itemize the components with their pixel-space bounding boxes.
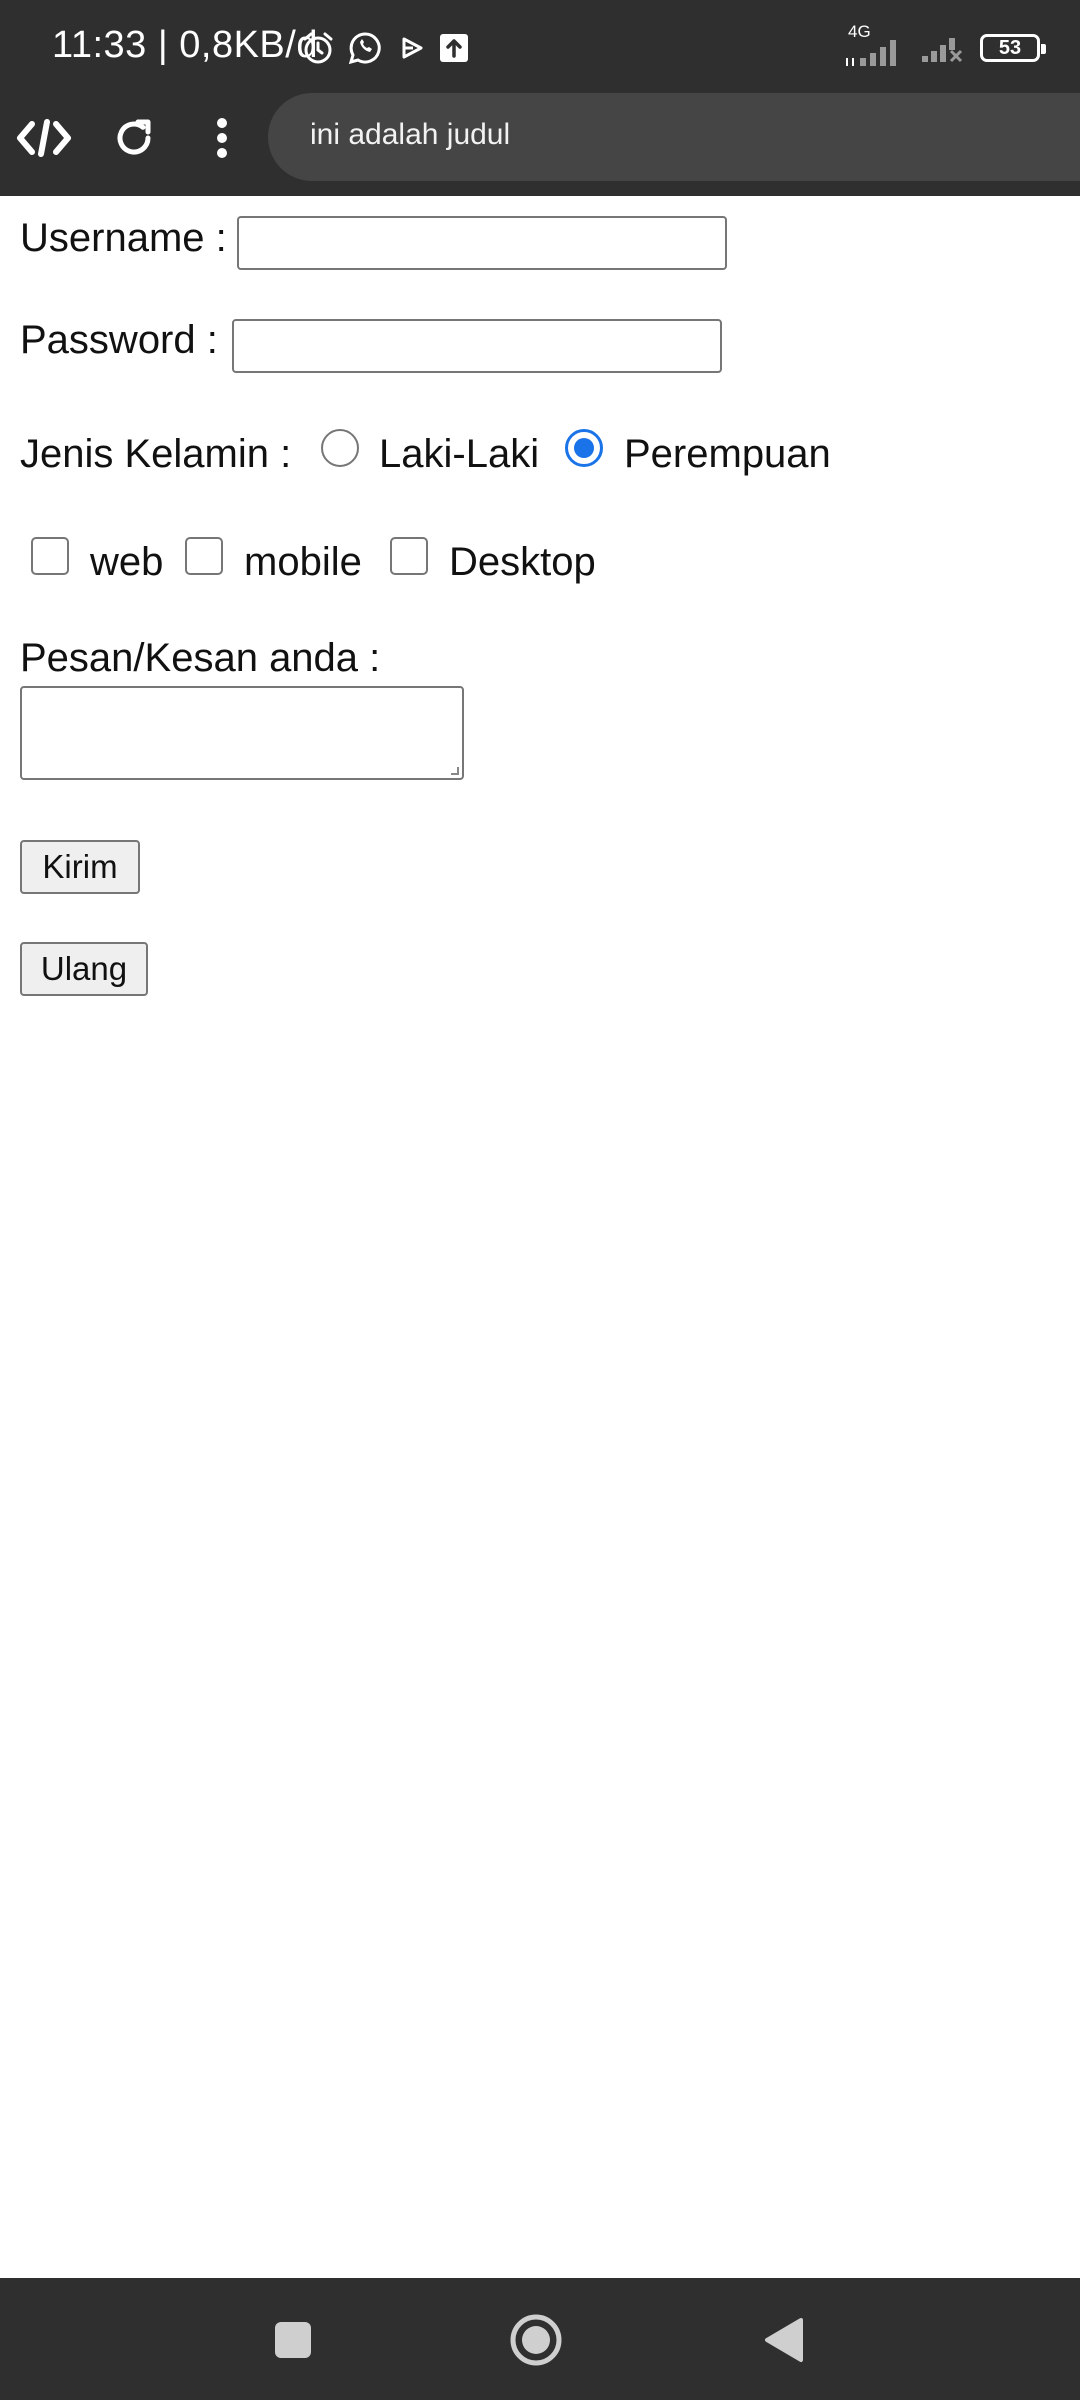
checkbox-label-desktop: Desktop [449,540,596,584]
username-label: Username : [20,216,227,260]
play-icon [392,28,432,68]
radio-label-perempuan: Perempuan [624,432,831,476]
checkbox-desktop[interactable] [390,537,428,575]
back-icon[interactable] [751,2308,815,2372]
message-textarea[interactable] [20,686,464,780]
status-bar: 11:33 | 0,8KB/d 4G 53 [0,0,1080,96]
submit-button[interactable]: Kirim [20,840,140,894]
status-time-network-speed: 11:33 | 0,8KB/d [52,24,318,66]
checkbox-web[interactable] [31,537,69,575]
navigation-bar [0,2278,1080,2400]
code-icon[interactable] [12,106,76,170]
checkbox-label-mobile: mobile [244,540,362,584]
username-input[interactable] [237,216,727,270]
radio-perempuan[interactable] [565,429,603,467]
upload-icon [434,28,474,68]
radio-laki-laki[interactable] [321,429,359,467]
checkbox-mobile[interactable] [185,537,223,575]
reload-icon[interactable] [102,106,166,170]
home-icon[interactable] [504,2308,568,2372]
recent-apps-icon[interactable] [261,2308,325,2372]
page-content: Username : Password : Jenis Kelamin : La… [0,196,1080,2276]
url-text: ini adalah judul [310,118,511,151]
radio-label-laki-laki: Laki-Laki [379,432,540,476]
signal-off-icon [920,28,966,69]
gender-label: Jenis Kelamin : [20,432,292,476]
checkbox-label-web: web [90,540,164,584]
more-icon[interactable] [190,106,254,170]
whatsapp-icon [345,28,385,68]
battery-level: 53 [998,36,1022,59]
password-label: Password : [20,318,218,362]
message-label: Pesan/Kesan anda : [20,636,381,680]
reset-button[interactable]: Ulang [20,942,148,996]
signal-icon: 4G [844,22,906,68]
battery-icon: 53 [980,34,1046,62]
password-input[interactable] [232,319,722,373]
alarm-icon [298,28,338,68]
